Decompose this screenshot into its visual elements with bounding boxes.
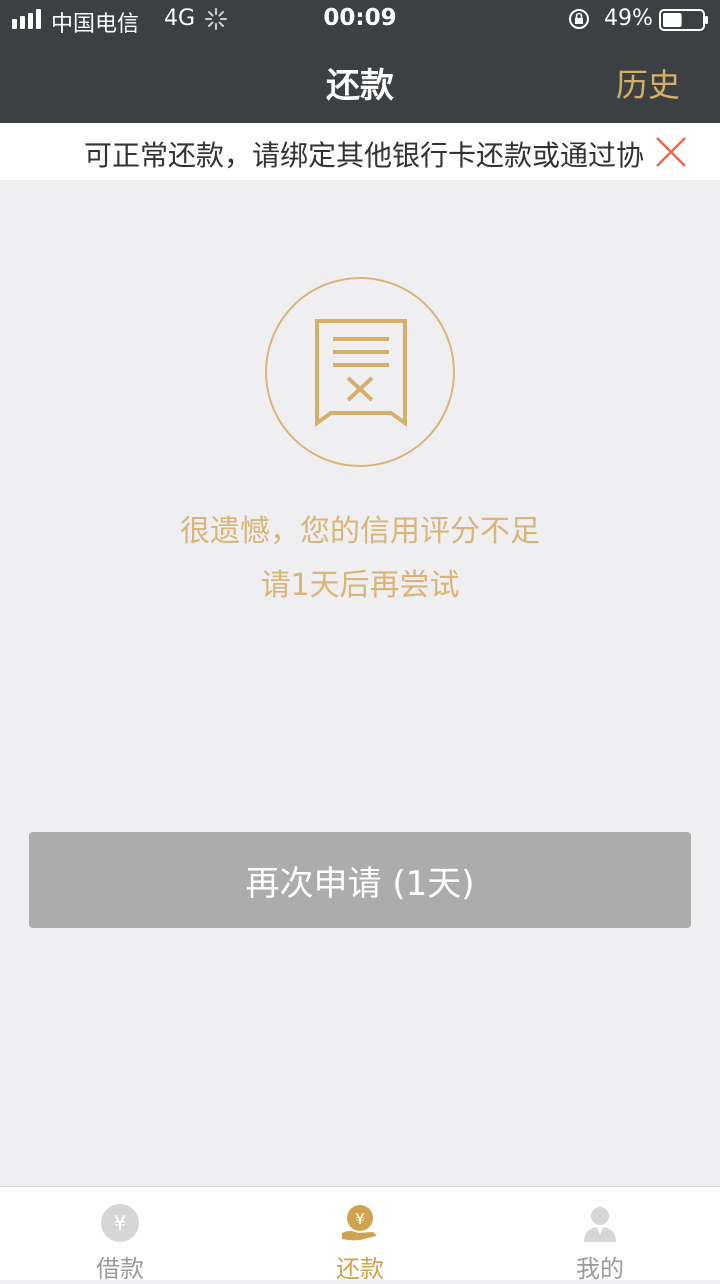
close-icon[interactable]	[654, 135, 688, 169]
tab-mine[interactable]: 我的	[480, 1187, 720, 1283]
notice-banner: 可正常还款，请绑定其他银行卡还款或通过协议	[0, 123, 720, 180]
battery-icon	[659, 9, 708, 31]
reapply-button[interactable]: 再次申请 (1天)	[29, 832, 691, 928]
rejection-message: 很遗憾，您的信用评分不足	[180, 514, 540, 549]
svg-text:¥: ¥	[114, 1211, 127, 1235]
person-icon	[584, 1207, 616, 1242]
status-bar: 中国电信 4G 00:09 49%	[0, 0, 720, 40]
tab-label: 还款	[336, 1255, 384, 1283]
tab-bar: ¥ 借款 ¥ 还款 我的	[0, 1186, 720, 1283]
repay-hand-icon: ¥	[342, 1205, 376, 1241]
header: 中国电信 4G 00:09 49% 还款 历史	[0, 0, 720, 123]
tab-borrow[interactable]: ¥ 借款	[0, 1187, 240, 1283]
history-button[interactable]: 历史	[616, 60, 680, 106]
notice-text: 可正常还款，请绑定其他银行卡还款或通过协议	[84, 139, 644, 172]
rejected-document-icon	[265, 277, 455, 467]
battery-percent: 49%	[604, 6, 653, 31]
rotation-lock-icon	[569, 9, 589, 29]
svg-text:¥: ¥	[355, 1210, 365, 1228]
retry-hint: 请1天后再尝试	[260, 568, 460, 603]
tab-label: 我的	[576, 1255, 624, 1283]
tab-label: 借款	[96, 1255, 144, 1283]
tab-repay[interactable]: ¥ 还款	[240, 1187, 480, 1283]
yuan-coin-icon: ¥	[101, 1204, 139, 1242]
page-title: 还款	[326, 66, 394, 106]
